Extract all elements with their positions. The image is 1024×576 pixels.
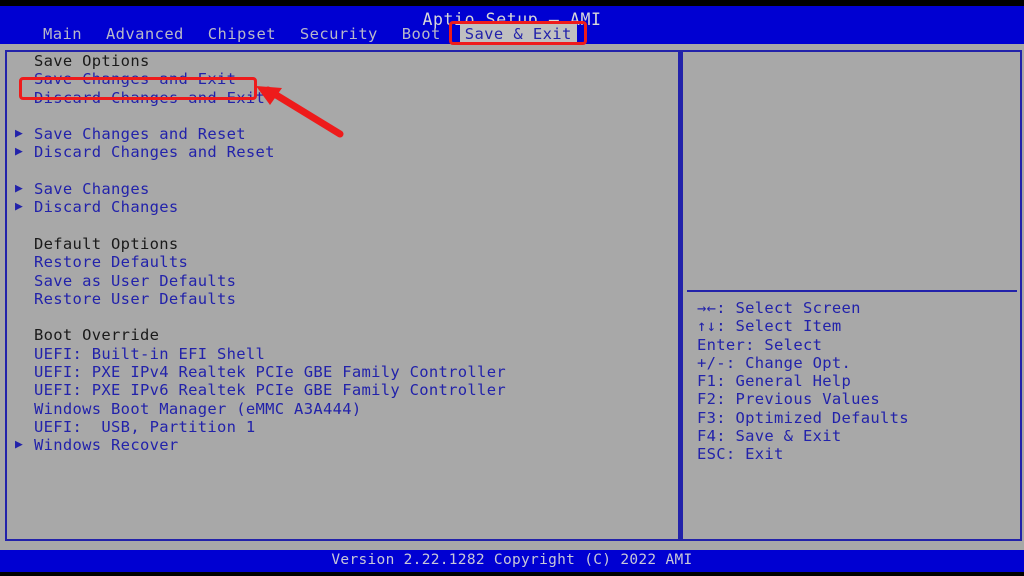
list-item[interactable]: ▶ Windows Recover	[7, 436, 682, 454]
list-item-label: Discard Changes	[34, 198, 179, 217]
legend-row: F4: Save & Exit	[697, 427, 842, 446]
list-item-label: Discard Changes and Exit	[34, 88, 266, 107]
list-item[interactable]: Restore User Defaults	[7, 290, 682, 308]
footer-gap	[0, 541, 1024, 550]
section-heading: Boot Override	[7, 326, 682, 344]
submenu-triangle-icon: ▶	[15, 144, 24, 160]
list-item[interactable]: UEFI: Built-in EFI Shell	[7, 345, 682, 363]
legend-row: F2: Previous Values	[697, 390, 881, 409]
list-item[interactable]: UEFI: PXE IPv4 Realtek PCIe GBE Family C…	[7, 363, 682, 381]
section-heading-label: Default Options	[34, 234, 179, 253]
list-item[interactable]: Save Changes and Exit	[7, 70, 682, 88]
legend-row: +/-: Change Opt.	[697, 353, 852, 372]
menu-tab-save-exit[interactable]: Save & Exit	[459, 23, 577, 44]
list-item-label: UEFI: USB, Partition 1	[34, 417, 256, 436]
options-list: Save Options Save Changes and Exit Discard…	[7, 52, 682, 455]
list-item-label: Save Changes and Exit	[34, 70, 237, 89]
key-legend: →←: Select Screen ↑↓: Select Item Enter: S…	[683, 299, 1023, 464]
section-heading: Save Options	[7, 52, 682, 70]
footer-bar: Version 2.22.1282 Copyright (C) 2022 AMI	[0, 550, 1024, 572]
submenu-triangle-icon: ▶	[15, 437, 24, 453]
list-item[interactable]: Discard Changes and Exit	[7, 89, 682, 107]
list-item-label: Windows Boot Manager (eMMC A3A444)	[34, 399, 362, 418]
list-item[interactable]: UEFI: USB, Partition 1	[7, 418, 682, 436]
version-text: Version 2.22.1282 Copyright (C) 2022 AMI	[331, 552, 693, 568]
list-item[interactable]: Windows Boot Manager (eMMC A3A444)	[7, 400, 682, 418]
section-heading-label: Boot Override	[34, 326, 160, 345]
list-item[interactable]: ▶ Save Changes and Reset	[7, 125, 682, 143]
section-heading-label: Save Options	[34, 52, 150, 70]
list-item[interactable]: UEFI: PXE IPv6 Realtek PCIe GBE Family C…	[7, 381, 682, 399]
list-item-label: Restore User Defaults	[34, 289, 237, 308]
list-item-label: Save Changes and Reset	[34, 125, 246, 144]
legend-row: ↑↓: Select Item	[697, 317, 842, 336]
list-item-label: Save Changes	[34, 180, 150, 199]
legend-row: F1: General Help	[697, 372, 852, 391]
list-item-label: UEFI: PXE IPv4 Realtek PCIe GBE Family C…	[34, 363, 506, 382]
submenu-triangle-icon: ▶	[15, 181, 24, 197]
list-item-label: Windows Recover	[34, 436, 179, 455]
section-heading: Default Options	[7, 235, 682, 253]
list-item[interactable]: Restore Defaults	[7, 253, 682, 271]
list-item[interactable]: ▶ Save Changes	[7, 180, 682, 198]
help-divider	[687, 290, 1017, 292]
list-item[interactable]: ▶ Discard Changes and Reset	[7, 143, 682, 161]
menu-bar: Main Advanced Chipset Security Boot Save & Ex…	[0, 23, 1024, 44]
list-item-label: Discard Changes and Reset	[34, 143, 275, 162]
menu-tab-advanced[interactable]: Advanced	[101, 24, 189, 44]
legend-row: ESC: Exit	[697, 445, 784, 464]
legend-row: F3: Optimized Defaults	[697, 408, 909, 427]
submenu-triangle-icon: ▶	[15, 126, 24, 142]
list-item-label: UEFI: Built-in EFI Shell	[34, 344, 266, 363]
list-item-label: Save as User Defaults	[34, 271, 237, 290]
legend-row: →←: Select Screen	[697, 299, 861, 317]
list-item[interactable]: Save as User Defaults	[7, 272, 682, 290]
options-panel: Save Options Save Changes and Exit Discard…	[5, 50, 680, 541]
legend-row: Enter: Select	[697, 335, 823, 354]
menu-tab-main[interactable]: Main	[38, 24, 87, 44]
list-item-label: UEFI: PXE IPv6 Realtek PCIe GBE Family C…	[34, 381, 506, 400]
menu-tab-chipset[interactable]: Chipset	[203, 24, 281, 44]
list-item[interactable]: ▶ Discard Changes	[7, 198, 682, 216]
list-item-label: Restore Defaults	[34, 253, 189, 272]
menu-tab-security[interactable]: Security	[295, 24, 383, 44]
bios-setup-screen: Aptio Setup – AMI Main Advanced Chipset Sec…	[0, 0, 1024, 576]
submenu-triangle-icon: ▶	[15, 199, 24, 215]
menu-tab-boot[interactable]: Boot	[397, 24, 446, 44]
help-panel: →←: Select Screen ↑↓: Select Item Enter: S…	[680, 50, 1022, 541]
